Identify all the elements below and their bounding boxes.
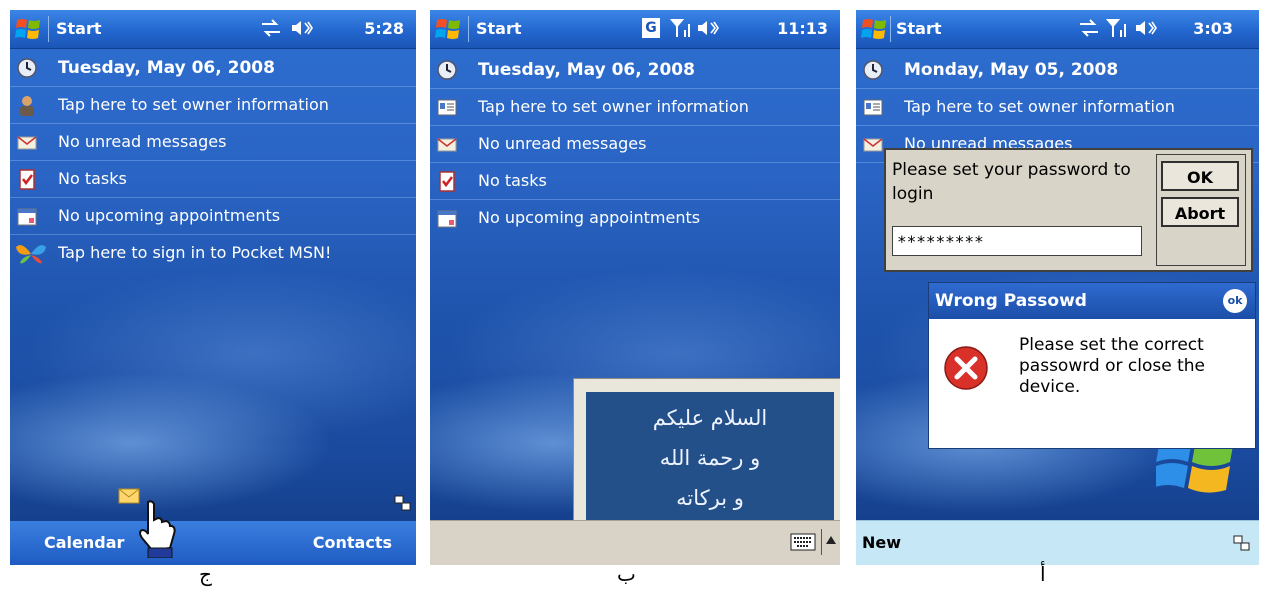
windows-start-icon[interactable] [15,16,41,42]
owner-info-row[interactable]: Tap here to set owner information [10,87,416,124]
messages-row[interactable]: No unread messages [10,124,416,161]
messages-text: No unread messages [58,132,227,151]
error-dialog-title: Wrong Passowd [935,291,1087,311]
clock-icon [17,58,37,78]
contact-card-icon [863,99,883,116]
appointments-row[interactable]: No upcoming appointments [430,200,840,236]
sync-icon[interactable] [394,494,412,512]
tasks-icon [19,169,35,190]
arabic-greeting-panel: السلام عليكم و رحمة الله و بركاته [586,392,834,532]
date-text: Tuesday, May 06, 2008 [478,60,695,80]
signal-icon[interactable] [670,18,694,38]
messages-text: No unread messages [478,134,647,153]
start-menu-label[interactable]: Start [476,19,522,38]
owner-text: Tap here to set owner information [58,95,329,114]
title-bar: Start 5:28 [10,10,416,49]
start-menu-label[interactable]: Start [56,19,102,38]
password-prompt: Please set your password to login [892,160,1131,204]
error-message: Please set the correct passowrd or close… [1019,335,1205,397]
start-menu-label[interactable]: Start [896,19,942,38]
signal-icon[interactable] [1106,18,1130,38]
caption-phone2: ب [617,562,636,586]
gprs-indicator[interactable]: G [642,18,660,38]
envelope-icon [863,138,883,152]
windows-start-icon[interactable] [435,16,461,42]
password-dialog: Please set your password to login ******… [884,148,1253,272]
appointments-row[interactable]: No upcoming appointments [10,198,416,235]
ok-close-button[interactable]: ok [1223,289,1247,313]
title-bar: Start 3:03 [856,10,1259,49]
messages-row[interactable]: No unread messages [430,126,840,163]
windows-start-icon[interactable] [861,16,887,42]
connectivity-icon[interactable] [1078,18,1100,38]
title-bar: Start G 11:13 [430,10,840,49]
calendar-icon [437,210,457,228]
calendar-icon [17,208,37,226]
keyboard-icon[interactable] [790,533,816,551]
contacts-softkey[interactable]: Contacts [313,533,392,552]
softkey-bar: Calendar Contacts [10,521,416,565]
envelope-icon [437,138,457,152]
pocketpc-screen-today-1: Start 5:28 Tuesday, May 06, 2008 Tap her… [10,10,416,565]
owner-info-row[interactable]: Tap here to set owner information [856,89,1259,126]
tasks-row[interactable]: No tasks [10,161,416,198]
abort-button[interactable]: Abort [1161,197,1239,227]
arabic-line-3: و بركاته [676,486,744,510]
envelope-icon [17,136,37,150]
sync-icon[interactable] [1233,534,1251,552]
today-date-row[interactable]: Tuesday, May 06, 2008 [430,52,840,89]
msn-butterfly-icon [16,245,46,264]
new-softkey[interactable]: New [862,533,901,552]
speaker-icon[interactable] [696,18,720,38]
owner-icon [20,96,34,116]
input-panel-bar [430,520,840,565]
stylus-hand-cursor-icon [139,500,176,558]
today-date-row[interactable]: Monday, May 05, 2008 [856,52,1259,89]
password-input[interactable]: ********* [892,226,1142,256]
input-menu-arrow-icon[interactable] [826,536,836,544]
speaker-icon[interactable] [290,18,314,38]
owner-info-row[interactable]: Tap here to set owner information [430,89,840,126]
pocketpc-screen-today-2: Start G 11:13 Tuesday, May 06, 2008 Tap … [430,10,840,565]
error-dialog-titlebar: Wrong Passowd ok [929,283,1255,319]
today-date-row[interactable]: Tuesday, May 06, 2008 [10,50,416,87]
owner-text: Tap here to set owner information [904,97,1175,116]
date-text: Tuesday, May 06, 2008 [58,58,275,78]
tasks-text: No tasks [478,171,547,190]
wrong-password-dialog: Wrong Passowd ok Please set the correct … [928,282,1256,449]
arabic-greeting-popup: السلام عليكم و رحمة الله و بركاته [573,378,840,532]
tasks-text: No tasks [58,169,127,188]
msn-text: Tap here to sign in to Pocket MSN! [58,243,332,262]
msn-signin-row[interactable]: Tap here to sign in to Pocket MSN! [10,235,416,271]
tasks-row[interactable]: No tasks [430,163,840,200]
contact-card-icon [437,99,457,116]
arabic-line-2: و رحمة الله [659,446,761,470]
appointments-text: No upcoming appointments [478,208,701,227]
caption-phone1: ج [199,562,212,586]
calendar-softkey[interactable]: Calendar [44,533,124,552]
tasks-icon [439,171,455,192]
pocketpc-screen-password: Start 3:03 Monday, May 05, 2008 Tap here… [856,10,1259,565]
clock-time[interactable]: 11:13 [777,19,828,38]
arabic-line-1: السلام عليكم [652,406,768,430]
ok-button[interactable]: OK [1161,161,1239,191]
owner-text: Tap here to set owner information [478,97,749,116]
password-button-panel: OK Abort [1156,154,1246,266]
clock-time[interactable]: 5:28 [364,19,404,38]
clock-icon [437,60,457,80]
speaker-icon[interactable] [1134,18,1158,38]
appointments-text: No upcoming appointments [58,206,281,225]
connectivity-icon[interactable] [260,18,282,38]
softkey-bar: New [856,520,1259,565]
clock-time[interactable]: 3:03 [1193,19,1233,38]
error-icon [944,346,988,390]
clock-icon [863,60,883,80]
caption-phone3: أ [1040,562,1046,586]
date-text: Monday, May 05, 2008 [904,60,1119,80]
